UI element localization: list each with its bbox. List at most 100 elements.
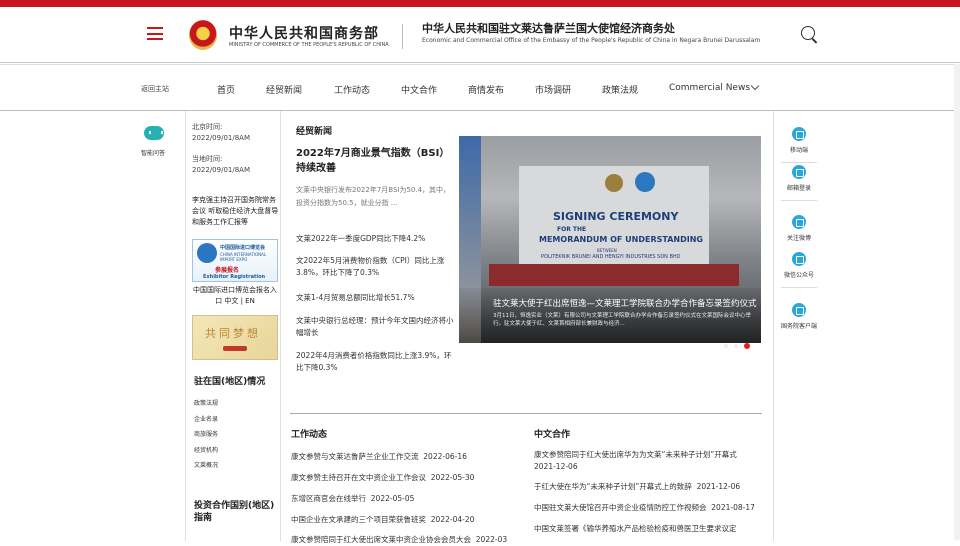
headline-link[interactable]: 2022年7月商业景气指数（BSI）持续改善 bbox=[296, 146, 446, 176]
office-name-en: Economic and Commercial Office of the Em… bbox=[422, 37, 761, 44]
rf-divider bbox=[781, 162, 817, 163]
hengyi-logo-icon bbox=[635, 172, 655, 192]
news-list-item[interactable]: 文2022年5月消费物价指数（CPI）同比上涨3.8%，环比下降了0.3% bbox=[296, 255, 454, 279]
work-item-text: 中国企业在文承建的三个项目荣获鲁班奖 bbox=[291, 515, 426, 524]
nav-item-work-updates[interactable]: 工作动态 bbox=[334, 83, 370, 96]
ministry-name-cn: 中华人民共和国商务部 bbox=[229, 26, 379, 42]
national-emblem-logo[interactable] bbox=[189, 20, 217, 50]
country-link-agencies[interactable]: 经贸机构 bbox=[194, 445, 218, 454]
coop-item-date: 2021-12-06 bbox=[534, 462, 578, 471]
work-item-text: 东增区商官会在线举行 bbox=[291, 494, 366, 503]
mobile-icon bbox=[792, 127, 806, 141]
coop-item-text: 于红大使在华为“未来种子计划”开幕式上的致辞 bbox=[534, 482, 692, 491]
main-nav: 返回主站 首页 经贸新闻 工作动态 中文合作 商情发布 市场调研 政策法规 Co… bbox=[0, 64, 960, 111]
carousel-dot[interactable] bbox=[734, 344, 738, 348]
smart-qa-button[interactable]: 智能问答 bbox=[140, 126, 168, 157]
beijing-time-label: 北京时间: bbox=[192, 123, 223, 131]
country-link-policies[interactable]: 政策法规 bbox=[194, 398, 218, 407]
work-item[interactable]: 康文参赞主持召开在文中资企业工作会议 2022-05-30 bbox=[291, 472, 474, 484]
wechat-icon bbox=[792, 252, 806, 266]
coop-item-text: 中国文莱签署《输华养殖水产品检验检疫和兽医卫生要求议定 bbox=[534, 524, 737, 533]
nav-item-market-research[interactable]: 市场调研 bbox=[535, 83, 571, 96]
trade-news-title: 经贸新闻 bbox=[296, 127, 333, 137]
site-header: 中华人民共和国商务部 MINISTRY OF COMMERCE OF THE P… bbox=[0, 7, 960, 63]
mobile-label: 移动端 bbox=[789, 147, 808, 154]
coop-item[interactable]: 中国文莱签署《输华养殖水产品检验检疫和兽医卫生要求议定 bbox=[534, 523, 737, 535]
country-link-overview[interactable]: 文莱概况 bbox=[194, 460, 218, 469]
section-divider bbox=[290, 413, 762, 414]
state-council-label: 国务院客户端 bbox=[780, 323, 817, 330]
weibo-icon bbox=[792, 215, 806, 229]
smart-qa-label: 智能问答 bbox=[140, 150, 165, 157]
work-item-date: 2022-05-30 bbox=[430, 473, 475, 482]
state-council-icon bbox=[792, 303, 806, 317]
expo-subtitle: CHINA INTERNATIONAL IMPORT EXPO bbox=[220, 252, 267, 262]
weibo-label: 关注微博 bbox=[786, 235, 811, 242]
work-updates-heading: 工作动态 bbox=[291, 430, 328, 440]
news-list-item[interactable]: 文莱1-4月贸易总额同比增长51.7% bbox=[296, 292, 454, 304]
work-item[interactable]: 东增区商官会在线举行 2022-05-05 bbox=[291, 493, 414, 505]
work-item-text: 康文参赞与文莱达鲁萨兰企业工作交流 bbox=[291, 452, 419, 461]
top-red-bar bbox=[0, 0, 960, 7]
country-link-travel[interactable]: 商旅服务 bbox=[194, 429, 218, 438]
red-seal-icon bbox=[223, 346, 247, 351]
brush-text: 共同梦想 bbox=[205, 327, 261, 340]
carousel-dot[interactable] bbox=[724, 344, 728, 348]
board-mou: MEMORANDUM OF UNDERSTANDING bbox=[539, 235, 703, 244]
sidebar-news-link[interactable]: 李克强主持召开国务院常务会议 听取稳住经济大盘督导和服务工作汇报等 bbox=[192, 195, 280, 228]
nav-item-policies[interactable]: 政策法规 bbox=[602, 83, 638, 96]
carousel-caption-title[interactable]: 驻文莱大使于红出席恒逸—文莱理工学院联合办学合作备忘录签约仪式 bbox=[493, 297, 757, 309]
board-for: FOR THE bbox=[557, 226, 587, 233]
hamburger-menu-icon[interactable] bbox=[147, 27, 163, 40]
carousel-caption-desc: 3月11日，恒逸实业（文莱）有限公司与文莱理工学院联合办学合作备忘录签约仪式在文… bbox=[493, 313, 752, 327]
work-item-date: 2022-04-20 bbox=[430, 515, 475, 524]
local-time-value: 2022/09/01/8AM bbox=[192, 166, 250, 174]
news-list-item[interactable]: 2022年4月消费者价格指数同比上涨3.9%，环比下降0.3% bbox=[296, 350, 454, 374]
search-icon[interactable] bbox=[801, 26, 819, 44]
country-link-directory[interactable]: 企业名录 bbox=[194, 414, 218, 423]
chat-bot-icon bbox=[144, 126, 164, 140]
investment-guide-heading: 投资合作国别(地区)指南 bbox=[194, 501, 275, 523]
common-dream-banner[interactable]: 共同梦想 bbox=[192, 315, 278, 360]
import-expo-banner[interactable]: 中国国际进口博览会 CHINA INTERNATIONAL IMPORT EXP… bbox=[192, 239, 278, 282]
mobile-button[interactable]: 移动端 bbox=[774, 127, 824, 163]
right-float-bar: 移动端 邮箱登录 关注微博 微信公众号 国务院客户端 bbox=[773, 111, 823, 541]
expo-register-cn: 参展报名 bbox=[215, 267, 240, 274]
news-list-item[interactable]: 文莱中央银行总经理：预计今年文国内经济将小幅增长 bbox=[296, 315, 454, 339]
nav-item-trade-news[interactable]: 经贸新闻 bbox=[266, 83, 302, 96]
coop-item[interactable]: 中国驻文莱大使馆召开中资企业疫情防控工作视频会 2021-08-17 bbox=[534, 502, 755, 514]
carousel-dots bbox=[724, 333, 756, 352]
wechat-button[interactable]: 微信公众号 bbox=[774, 252, 824, 288]
back-to-main-site-link[interactable]: 返回主站 bbox=[141, 84, 169, 94]
mail-icon bbox=[792, 165, 806, 179]
news-carousel-photo[interactable]: SIGNING CEREMONY FOR THE MEMORANDUM OF U… bbox=[459, 136, 761, 343]
chevron-down-icon[interactable] bbox=[750, 81, 760, 91]
news-list-item[interactable]: 文莱2022年一季度GDP同比下降4.2% bbox=[296, 233, 454, 245]
work-item[interactable]: 中国企业在文承建的三个项目荣获鲁班奖 2022-04-20 bbox=[291, 514, 474, 526]
page-scrollbar[interactable] bbox=[954, 64, 960, 540]
nav-item-home[interactable]: 首页 bbox=[217, 83, 235, 96]
ministry-name-en: MINISTRY OF COMMERCE OF THE PEOPLE'S REP… bbox=[229, 42, 389, 48]
expo-register-en: Exhibitor Registration bbox=[203, 274, 266, 280]
coop-item[interactable]: 康文参赞陪同于红大使出席华为为文莱“未来种子计划”开幕式 2021-12-06 bbox=[534, 449, 760, 473]
nav-item-commercial-news[interactable]: Commercial News bbox=[669, 83, 750, 93]
nav-item-cooperation[interactable]: 中文合作 bbox=[401, 83, 437, 96]
expo-caption-link[interactable]: 中国国际进口博览会报名入口 中文 | EN bbox=[192, 285, 278, 307]
carousel-dot-active[interactable] bbox=[744, 343, 750, 349]
office-name-cn: 中华人民共和国驻文莱达鲁萨兰国大使馆经济商务处 bbox=[422, 22, 675, 35]
politeknik-logo-icon bbox=[605, 174, 623, 192]
work-item[interactable]: 康文参赞与文莱达鲁萨兰企业工作交流 2022-06-16 bbox=[291, 451, 467, 463]
work-item[interactable]: 康文参赞陪同于红大使出席文莱中资企业协会会员大会 2022-03 bbox=[291, 534, 507, 546]
carousel-caption: 驻文莱大使于红出席恒逸—文莱理工学院联合办学合作备忘录签约仪式 3月11日，恒逸… bbox=[459, 288, 761, 343]
weibo-button[interactable]: 关注微博 bbox=[774, 215, 824, 242]
coop-item[interactable]: 于红大使在华为“未来种子计划”开幕式上的致辞 2021-12-06 bbox=[534, 481, 740, 493]
work-item-date: 2022-05-05 bbox=[370, 494, 415, 503]
headline-summary: 文莱中央银行发布2022年7月BSI为50.4，其中，投资分指数为50.5，就业… bbox=[296, 186, 451, 207]
coop-item-date: 2021-08-17 bbox=[711, 503, 755, 512]
email-login-button[interactable]: 邮箱登录 bbox=[774, 165, 824, 201]
board-title: SIGNING CEREMONY bbox=[553, 210, 679, 223]
cooperation-heading: 中文合作 bbox=[534, 430, 571, 440]
nav-item-business-info[interactable]: 商情发布 bbox=[468, 83, 504, 96]
state-council-app-button[interactable]: 国务院客户端 bbox=[774, 303, 824, 330]
board-between: BETWEEN bbox=[597, 248, 617, 253]
